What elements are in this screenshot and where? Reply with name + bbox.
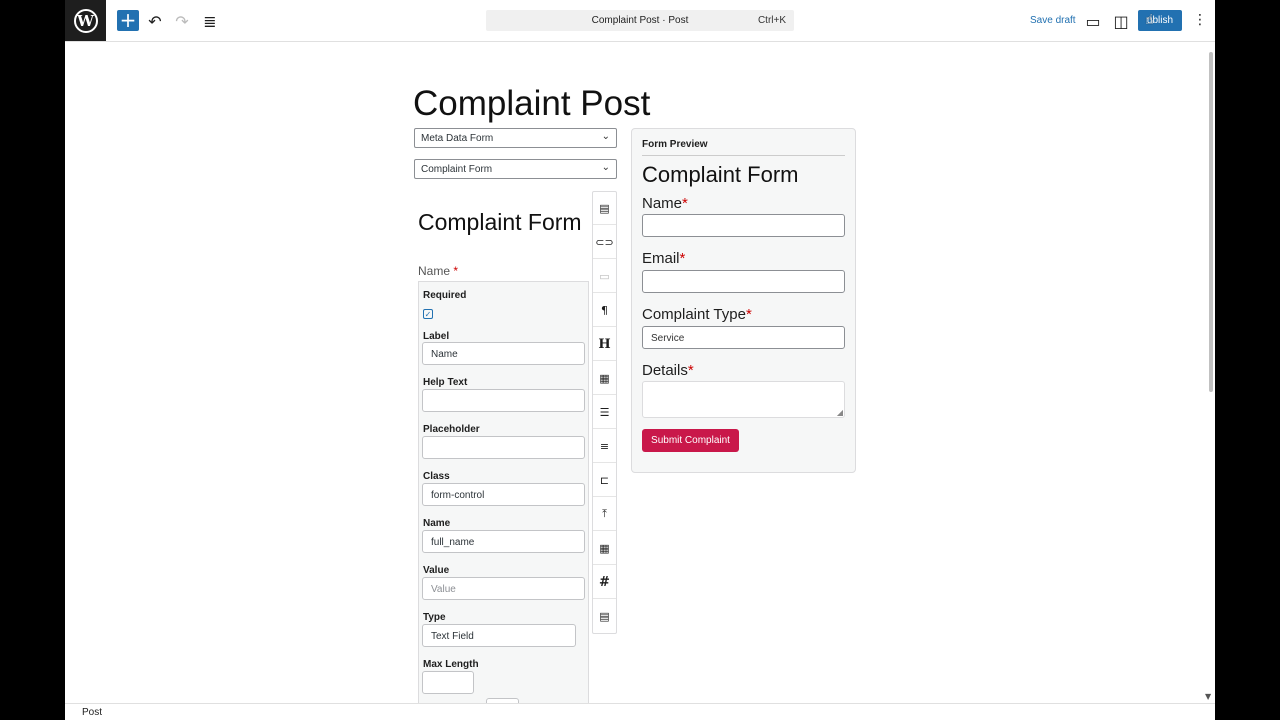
form-block-icon[interactable]: ▦ — [593, 362, 616, 395]
form-preview-title: Complaint Form — [642, 162, 799, 187]
settings-sidebar-icon[interactable]: ◫ — [1110, 10, 1132, 32]
link-field-icon[interactable]: ⊂⊃ — [593, 226, 616, 259]
textarea-icon[interactable]: ▤ — [593, 600, 616, 633]
preview-type-label-text: Complaint Type — [642, 306, 746, 323]
help-text-label: Help Text — [423, 377, 468, 388]
class-label: Class — [423, 471, 450, 482]
required-mark: * — [453, 264, 459, 278]
wordpress-logo-icon[interactable]: W — [65, 0, 106, 41]
shortcut-hint: Ctrl+K — [757, 15, 786, 26]
scrollbar-thumb[interactable] — [1209, 52, 1213, 392]
preview-details-textarea[interactable]: ◢ — [642, 381, 845, 418]
calendar-icon[interactable]: ▦ — [593, 532, 616, 565]
scroll-down-icon[interactable]: ▼ — [1205, 692, 1211, 701]
input-field-icon[interactable]: ▭ — [593, 260, 616, 293]
field-label-name[interactable]: Name * — [418, 264, 458, 278]
type-select[interactable]: Text Field — [422, 624, 576, 647]
preview-email-label: Email* — [642, 250, 685, 267]
label-label: Label — [423, 331, 450, 342]
editor-window: W + ↶ ↷ ≣ Complaint Post · Post Ctrl+K S… — [65, 0, 1215, 720]
label-input[interactable]: Name — [422, 342, 585, 365]
redo-icon[interactable]: ↷ — [171, 10, 193, 32]
required-mark: * — [679, 250, 686, 267]
name-label: Name — [423, 518, 451, 529]
post-title[interactable]: Complaint Post — [413, 84, 650, 124]
meta-form-select-value: Meta Data Form — [421, 133, 494, 144]
field-types-toolbar: ▤ ⊂⊃ ▭ ¶ H ▦ ☰ ≡ ⊏ ⤒ ▦ # ▤ — [592, 191, 617, 634]
form-preview-heading: Form Preview — [642, 139, 845, 156]
value-label: Value — [423, 565, 450, 576]
preview-type-label: Complaint Type* — [642, 306, 752, 323]
paragraph-icon[interactable]: ¶ — [593, 294, 616, 327]
mouse-cursor-icon: ☝ — [1145, 12, 1154, 28]
required-mark: * — [687, 362, 694, 379]
value-input[interactable]: Value — [422, 577, 585, 600]
form-preview-panel: Form Preview Complaint Form Name* Email*… — [631, 128, 856, 473]
preview-details-label-text: Details — [642, 362, 688, 379]
form-select-value: Complaint Form — [421, 164, 493, 175]
save-draft-button[interactable]: Save draft — [1030, 15, 1076, 26]
options-icon[interactable]: ⋮ — [1193, 12, 1207, 28]
document-overview-icon[interactable]: ≣ — [199, 10, 221, 32]
max-length-label: Max Length — [423, 659, 479, 670]
resize-grip-icon[interactable]: ◢ — [837, 408, 843, 417]
required-checkbox[interactable]: ✓ — [423, 309, 433, 319]
button-field-icon[interactable]: ⊏ — [593, 464, 616, 497]
preview-name-label-text: Name — [642, 195, 683, 212]
form-editor-title: Complaint Form — [418, 209, 582, 235]
placeholder-label: Placeholder — [423, 424, 480, 435]
required-mark: * — [745, 306, 752, 323]
add-block-button[interactable]: + — [117, 10, 139, 31]
chevron-down-icon: ⌄ — [601, 162, 610, 173]
type-label: Type — [423, 612, 446, 623]
upload-icon[interactable]: ⤒ — [593, 498, 616, 531]
command-palette-button[interactable]: Complaint Post · Post Ctrl+K — [486, 10, 794, 31]
heading-icon[interactable]: H — [593, 328, 616, 361]
field-label-text: Name — [418, 264, 451, 278]
required-label: Required — [423, 290, 467, 301]
chevron-down-icon: ⌄ — [601, 131, 610, 142]
preview-type-select[interactable]: Service — [642, 326, 845, 349]
number-icon[interactable]: # — [593, 566, 616, 599]
list-icon[interactable]: ☰ — [593, 396, 616, 429]
preview-name-input[interactable] — [642, 214, 845, 237]
help-text-input[interactable] — [422, 389, 585, 412]
name-input[interactable]: full_name — [422, 530, 585, 553]
preview-icon[interactable]: ▭ — [1082, 10, 1104, 32]
undo-icon[interactable]: ↶ — [144, 10, 166, 32]
max-length-input[interactable] — [422, 671, 474, 694]
submit-complaint-button[interactable]: Submit Complaint — [642, 429, 739, 452]
preview-details-label: Details* — [642, 362, 694, 379]
editor-header: W + ↶ ↷ ≣ Complaint Post · Post Ctrl+K S… — [65, 0, 1215, 42]
meta-form-select[interactable]: Meta Data Form ⌄ — [414, 128, 617, 148]
breadcrumb[interactable]: Post — [82, 707, 102, 718]
preview-email-label-text: Email — [642, 250, 680, 267]
field-settings-panel: Required ✓ Label Name Help Text Placehol… — [418, 281, 589, 720]
status-bar: Post — [65, 703, 1215, 720]
form-select[interactable]: Complaint Form ⌄ — [414, 159, 617, 179]
checklist-icon[interactable]: ≡ — [593, 430, 616, 463]
required-mark: * — [682, 195, 688, 212]
preview-name-label: Name* — [642, 195, 688, 212]
contact-card-icon[interactable]: ▤ — [593, 192, 616, 225]
preview-email-input[interactable] — [642, 270, 845, 293]
class-input[interactable]: form-control — [422, 483, 585, 506]
placeholder-input[interactable] — [422, 436, 585, 459]
document-title: Complaint Post · Post — [591, 15, 689, 26]
